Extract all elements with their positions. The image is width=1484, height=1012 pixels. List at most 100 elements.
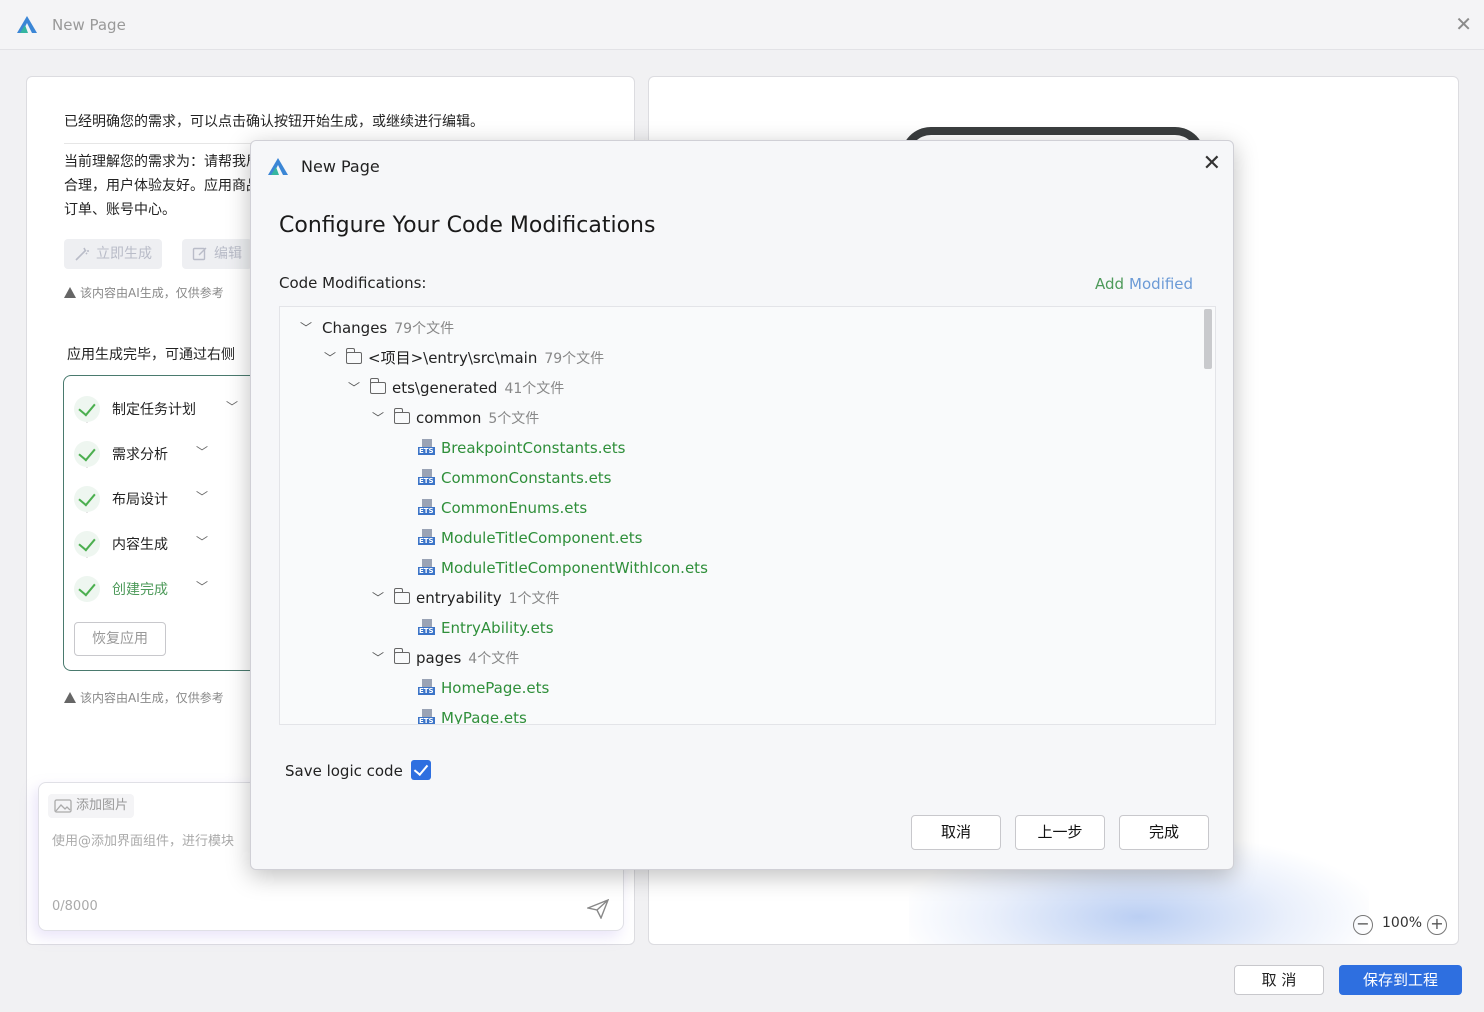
ets-file-icon [418,559,435,575]
edit-button[interactable]: 编辑 [182,239,252,269]
window-title: New Page [52,16,126,34]
add-image-label: 添加图片 [76,798,129,813]
tree-scrollbar[interactable] [1204,309,1212,369]
save-logic-checkbox[interactable] [411,760,431,780]
tree-node-name: <项目>\entry\src\main [368,349,538,367]
tree-node-name: entryability [416,589,502,607]
folder-icon [393,648,410,664]
prompt-input[interactable]: 使用@添加界面组件，进行模块 [52,830,234,849]
tree-file-name: ModuleTitleComponentWithIcon.ets [441,559,708,577]
chevron-down-icon[interactable]: ﹀ [348,376,360,400]
step-label: 内容生成 [112,537,168,553]
restore-app-button[interactable]: 恢复应用 [74,622,166,656]
tree-folder-row[interactable]: ﹀ Changes 79个文件 [300,316,454,340]
confirm-message: 已经明确您的需求，可以点击确认按钮开始生成，或继续进行编辑。 [64,114,484,130]
chevron-down-icon[interactable]: ﹀ [196,578,208,595]
step-label: 制定任务计划 [112,402,196,418]
dialog-title: New Page [301,157,380,176]
chevron-down-icon[interactable]: ﹀ [324,346,336,370]
edit-icon [192,247,207,261]
ets-file-icon [418,679,435,695]
tree-file-name: CommonConstants.ets [441,469,612,487]
window-close-icon[interactable]: ✕ [1455,14,1472,34]
dialog-previous-button[interactable]: 上一步 [1015,815,1105,850]
folder-icon [345,348,362,364]
ai-disclaimer: 该内容由AI生成，仅供参考 [64,689,224,706]
tree-folder-row[interactable]: ﹀ entryability 1个文件 [372,586,560,610]
tree-node-name: pages [416,649,462,667]
tree-node-count: 1个文件 [508,591,560,607]
folder-icon [369,378,386,394]
tree-folder-row[interactable]: ﹀ <项目>\entry\src\main 79个文件 [324,346,604,370]
tree-file-row[interactable]: ModuleTitleComponentWithIcon.ets [418,556,708,580]
change-legend: Add Modified [1095,275,1193,293]
ets-file-icon [418,529,435,545]
image-icon [54,799,72,813]
ets-file-icon [418,469,435,485]
send-icon[interactable] [587,899,609,919]
generate-button-label: 立即生成 [96,246,152,262]
tree-file-row[interactable]: EntryAbility.ets [418,616,554,640]
chevron-down-icon[interactable]: ﹀ [196,488,208,505]
tree-file-name: MyPage.ets [441,709,527,725]
zoom-level: 100% [1382,915,1423,931]
generate-button[interactable]: 立即生成 [64,239,162,269]
step-label: 布局设计 [112,492,168,508]
step-label: 创建完成 [112,582,168,598]
save-logic-label: Save logic code [285,762,403,780]
tree-node-count: 4个文件 [468,651,520,667]
ets-file-icon [418,439,435,455]
tree-file-row[interactable]: BreakpointConstants.ets [418,436,625,460]
tree-file-name: HomePage.ets [441,679,550,697]
step-label: 需求分析 [112,447,168,463]
char-count: 0/8000 [52,899,98,914]
tree-node-name: Changes [322,319,388,337]
folder-icon [393,408,410,424]
check-icon [74,396,100,422]
app-logo-icon [268,158,288,175]
code-modifications-dialog: New Page ✕ Configure Your Code Modificat… [250,140,1234,870]
tree-file-name: ModuleTitleComponent.ets [441,529,643,547]
ets-file-icon [418,709,435,724]
edit-button-label: 编辑 [214,246,242,262]
check-icon [74,441,100,467]
chevron-down-icon[interactable]: ﹀ [372,406,384,430]
tree-node-count: 79个文件 [544,351,605,367]
tree-file-name: BreakpointConstants.ets [441,439,626,457]
changes-tree[interactable]: ﹀ Changes 79个文件 ﹀ <项目>\entry\src\main 79个文件 … [279,306,1216,725]
tree-file-row[interactable]: HomePage.ets [418,676,549,700]
tree-folder-row[interactable]: ﹀ ets\generated 41个文件 [348,376,564,400]
zoom-in-icon[interactable]: + [1427,915,1447,935]
warning-icon [64,692,76,703]
code-modifications-label: Code Modifications: [279,274,427,292]
cancel-button[interactable]: 取 消 [1234,965,1324,995]
ai-disclaimer-text: 该内容由AI生成，仅供参考 [80,286,224,300]
tree-folder-row[interactable]: ﹀ common 5个文件 [372,406,539,430]
chevron-down-icon[interactable]: ﹀ [372,586,384,610]
tree-file-row[interactable]: CommonEnums.ets [418,496,587,520]
dialog-close-icon[interactable]: ✕ [1203,153,1221,175]
tree-file-name: EntryAbility.ets [441,619,554,637]
zoom-out-icon[interactable]: − [1353,915,1373,935]
tree-node-count: 79个文件 [394,321,455,337]
magic-wand-icon [75,247,89,261]
chevron-down-icon[interactable]: ﹀ [196,533,208,550]
tree-file-row[interactable]: ModuleTitleComponent.ets [418,526,642,550]
chevron-down-icon[interactable]: ﹀ [226,398,238,415]
check-icon [74,486,100,512]
folder-icon [393,588,410,604]
chevron-down-icon[interactable]: ﹀ [372,646,384,670]
chevron-down-icon[interactable]: ﹀ [196,443,208,460]
tree-file-row[interactable]: MyPage.ets [418,706,527,725]
tree-folder-row[interactable]: ﹀ pages 4个文件 [372,646,519,670]
ets-file-icon [418,619,435,635]
dialog-heading: Configure Your Code Modifications [279,213,656,238]
warning-icon [64,287,76,298]
tree-file-row[interactable]: CommonConstants.ets [418,466,612,490]
app-logo-icon [17,16,37,33]
dialog-finish-button[interactable]: 完成 [1119,815,1209,850]
chevron-down-icon[interactable]: ﹀ [300,316,312,340]
dialog-cancel-button[interactable]: 取消 [911,815,1001,850]
add-image-button[interactable]: 添加图片 [48,794,135,818]
save-to-project-button[interactable]: 保存到工程 [1339,965,1462,995]
